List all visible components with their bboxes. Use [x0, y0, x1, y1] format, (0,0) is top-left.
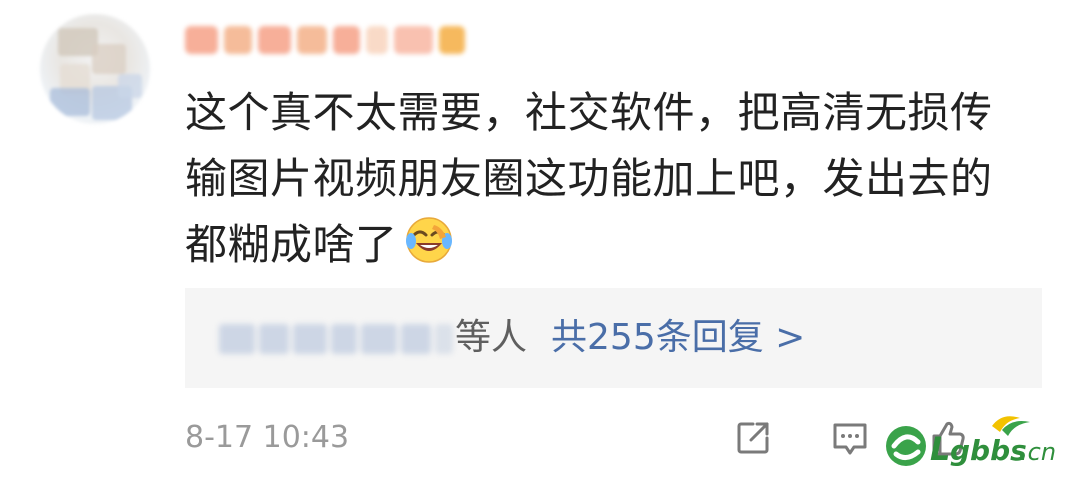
- svg-text:L: L: [930, 430, 950, 468]
- comment-text: 这个真不太需要，社交软件，把高清无损传 输图片视频朋友圈这功能加上吧，发出去的 …: [185, 80, 1045, 278]
- comment-line-3-text: 都糊成啥了: [185, 220, 398, 269]
- svg-text:gbbs: gbbs: [950, 434, 1027, 467]
- comment-card: 这个真不太需要，社交软件，把高清无损传 输图片视频朋友圈这功能加上吧，发出去的 …: [0, 0, 1080, 481]
- lgbbs-watermark-logo: L gbbs .cn: [886, 416, 1056, 468]
- laughing-crying-emoji-icon: [405, 217, 452, 263]
- comment-timestamp: 8-17 10:43: [185, 420, 350, 455]
- username-blurred[interactable]: [185, 18, 465, 62]
- comment-line-2: 输图片视频朋友圈这功能加上吧，发出去的: [185, 154, 993, 203]
- reply-summary: 等人 共255条回复 >: [455, 312, 805, 364]
- view-replies-link[interactable]: 共255条回复 >: [551, 317, 805, 358]
- avatar[interactable]: [40, 14, 150, 124]
- replies-preview[interactable]: 等人 共255条回复 >: [185, 288, 1042, 388]
- reply-users-blurred: [215, 318, 455, 360]
- comment-line-3: 都糊成啥了: [185, 212, 1045, 278]
- svg-text:.cn: .cn: [1020, 438, 1056, 466]
- comment-icon[interactable]: [830, 418, 870, 458]
- reply-suffix: 等人: [455, 317, 528, 358]
- comment-line-1: 这个真不太需要，社交软件，把高清无损传: [185, 88, 993, 137]
- share-icon[interactable]: [733, 418, 773, 458]
